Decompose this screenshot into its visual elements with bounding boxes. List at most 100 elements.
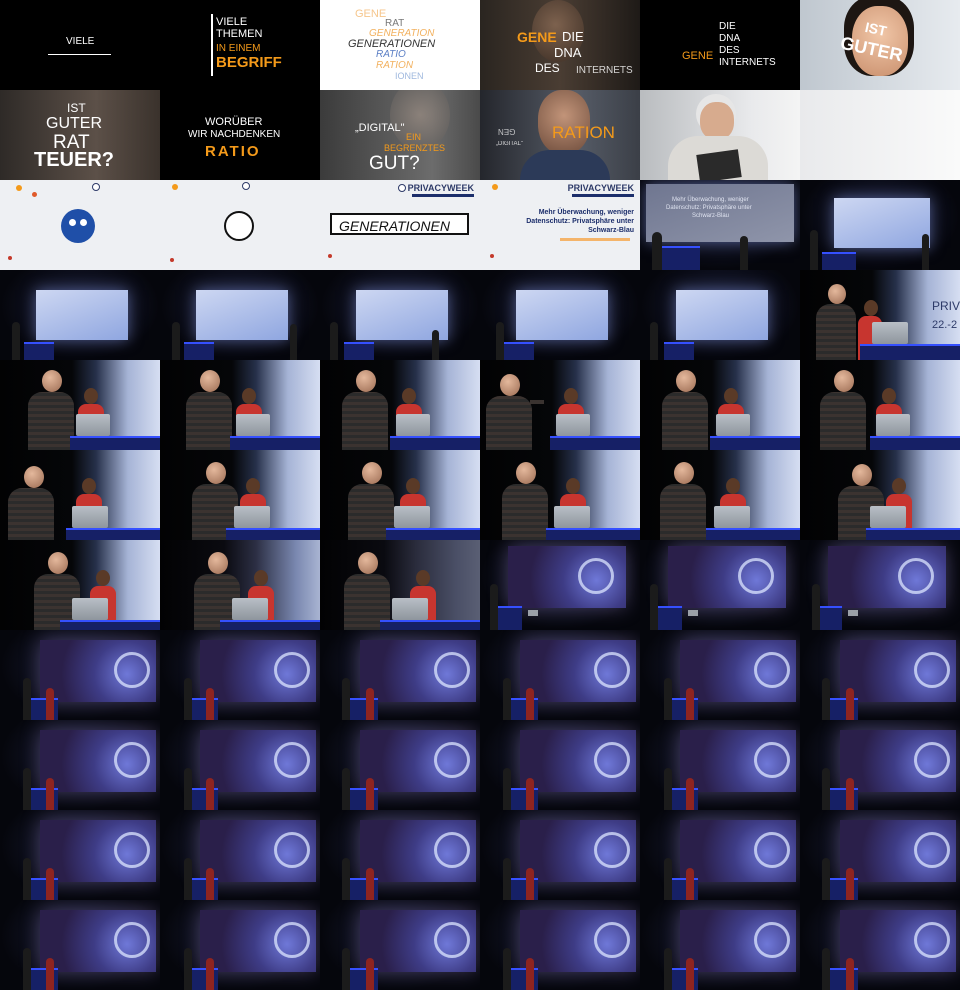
speaker [822, 858, 830, 900]
lectern [654, 606, 682, 630]
frame-r9c2 [160, 720, 320, 810]
speaker [664, 858, 672, 900]
frame-r2c2: WORÜBER WIR NACHDENKEN RATIO [160, 90, 320, 180]
target-graphic [274, 742, 310, 778]
word-digital: „DIGITAL" [496, 141, 524, 147]
brand-bar [572, 194, 634, 197]
lectern [664, 342, 694, 360]
cospeaker-head [724, 388, 738, 404]
cospeaker-head [892, 478, 906, 494]
frame-r11c1 [0, 900, 160, 990]
projection-screen [360, 820, 476, 882]
talk-title-line: Mehr Überwachung, weniger [538, 209, 634, 216]
projection-screen [680, 640, 796, 702]
frame-r2c4: RATION „DIGITAL" GEN [480, 90, 640, 180]
speaker-head [48, 552, 68, 574]
laptop [232, 598, 268, 620]
projection-screen [840, 730, 956, 792]
frame-r6c6 [800, 450, 960, 540]
target-graphic [898, 558, 934, 594]
frame-r8c3 [320, 630, 480, 720]
lectern [494, 606, 522, 630]
lectern [860, 344, 960, 360]
frame-r9c1 [0, 720, 160, 810]
speaker [810, 230, 818, 270]
lectern [344, 342, 374, 360]
speaker-torso [816, 304, 856, 360]
cospeaker [846, 688, 854, 720]
cospeaker [46, 778, 54, 810]
speaker-torso [660, 484, 706, 540]
frame-r1c3: GENE RAT GENERATION GENERATIONEN RATIO R… [320, 0, 480, 90]
speaker [490, 584, 498, 630]
speaker-arm [530, 400, 544, 404]
target-graphic [754, 832, 790, 868]
frame-r7c4 [480, 540, 640, 630]
frame-r3c4: PRIVACYWEEK Mehr Überwachung, weniger Da… [480, 180, 640, 270]
speaker-line [560, 238, 630, 241]
lectern [226, 528, 320, 540]
laptop [236, 414, 270, 436]
word-ration: RATION [376, 60, 414, 71]
target-graphic [594, 652, 630, 688]
projection-screen [828, 546, 946, 608]
speaker [922, 234, 929, 270]
word-themen: THEMEN [216, 28, 263, 40]
speaker [664, 678, 672, 720]
cospeaker [686, 778, 694, 810]
cospeaker [526, 778, 534, 810]
target-graphic [434, 742, 470, 778]
word-des: DES [535, 61, 560, 75]
speaker [650, 584, 658, 630]
speaker [342, 768, 350, 810]
speaker [330, 322, 338, 360]
network-node [172, 184, 178, 190]
projection-screen [680, 820, 796, 882]
laptop [716, 414, 750, 436]
target-graphic [114, 742, 150, 778]
frame-r3c3: PRIVACYWEEK GENERATIONEN [320, 180, 480, 270]
speaker-head [208, 552, 228, 574]
speaker [812, 584, 820, 630]
frame-r3c5: Mehr Überwachung, weniger Datenschutz: P… [640, 180, 800, 270]
projection-screen [520, 640, 636, 702]
network-node [492, 184, 498, 190]
frame-r8c5 [640, 630, 800, 720]
speaker-head [356, 370, 376, 392]
cospeaker [526, 958, 534, 990]
talk-title-line: Schwarz-Blau [588, 227, 634, 234]
laptop [556, 414, 590, 436]
brand-label: PRIVACYWEEK [407, 183, 474, 193]
frame-r3c6 [800, 180, 960, 270]
generationen-box: GENERATIONEN [330, 213, 469, 235]
projection-screen [360, 910, 476, 972]
projection-screen [40, 640, 156, 702]
frame-r8c6 [800, 630, 960, 720]
laptop [848, 610, 858, 616]
lectern [706, 528, 800, 540]
lectern [60, 620, 160, 630]
target-graphic [114, 922, 150, 958]
frame-r4c2 [160, 270, 320, 360]
title-word: VIELE [66, 36, 95, 47]
talk-title-line: Mehr Überwachung, weniger [672, 197, 749, 203]
laptop [528, 610, 538, 616]
frame-r10c5 [640, 810, 800, 900]
speaker-head [200, 370, 220, 392]
face-photo [700, 102, 734, 140]
speaker [184, 678, 192, 720]
speaker [342, 948, 350, 990]
speaker-head [828, 284, 846, 304]
frame-r8c1 [0, 630, 160, 720]
frame-r8c4 [480, 630, 640, 720]
speaker [496, 322, 504, 360]
network-node [92, 183, 100, 191]
frame-r5c1 [0, 360, 160, 450]
cospeaker [46, 958, 54, 990]
speaker-torso [342, 392, 388, 450]
frame-r2c5 [640, 90, 800, 180]
lectern [66, 528, 160, 540]
speaker-torso [8, 488, 54, 540]
speaker [290, 324, 297, 360]
lectern [24, 342, 54, 360]
